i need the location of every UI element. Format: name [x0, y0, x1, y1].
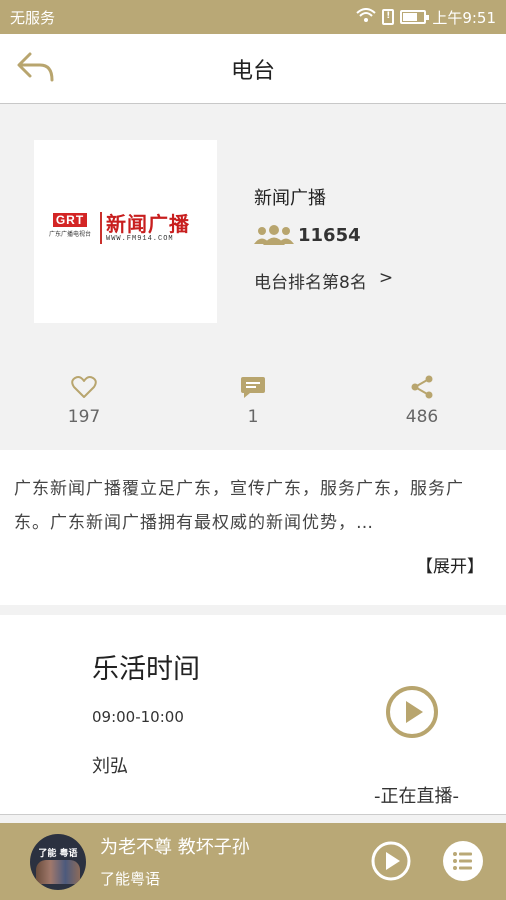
back-arrow-icon: [17, 52, 54, 82]
program-host: 刘弘: [92, 756, 128, 777]
share-button[interactable]: 486: [382, 375, 462, 427]
logo-name: 新闻广播: [106, 212, 190, 236]
mini-player: 了能 粤语 为老不尊 教坏子孙 了能粤语: [0, 823, 506, 900]
logo-brand: GRT: [52, 213, 88, 227]
share-icon: [411, 375, 433, 399]
header-bar: 电台: [0, 34, 506, 104]
program-time: 09:00-10:00: [92, 708, 184, 726]
album-cover[interactable]: 了能 粤语: [30, 834, 86, 890]
live-status: -正在直播-: [374, 786, 459, 807]
station-rank-link[interactable]: 电台排名第8名 >: [254, 268, 393, 293]
carrier-text: 无服务: [10, 8, 56, 27]
station-rank: 电台排名第8名: [254, 273, 367, 293]
back-button[interactable]: [16, 50, 56, 86]
wifi-icon: [356, 8, 376, 26]
like-button[interactable]: 197: [44, 375, 124, 427]
station-info: GRT 广东广播电视台 新闻广播 WWW.FM914.COM 新闻广播 1165…: [0, 105, 506, 450]
page-title: 电台: [230, 58, 275, 84]
battery-icon: [400, 10, 430, 24]
users-icon: [254, 225, 294, 245]
player-subtitle: 了能粤语: [100, 870, 161, 888]
playlist-button[interactable]: [442, 840, 484, 882]
chevron-right-icon: >: [378, 268, 394, 288]
description-section: 广东新闻广播覆立足广东，宣传广东，服务广东，服务广东。广东新闻广播拥有最权威的新…: [0, 450, 506, 605]
program-card[interactable]: 乐活时间 09:00-10:00 刘弘 -正在直播-: [0, 615, 506, 815]
share-count: 486: [405, 407, 439, 427]
station-name: 新闻广播: [254, 188, 326, 209]
sim-alert-icon: !: [382, 9, 395, 25]
clock-text: 上午9:51: [432, 8, 496, 27]
comment-count: 1: [247, 407, 259, 427]
player-play-button[interactable]: [370, 840, 412, 882]
logo-brand-sub: 广东广播电视台: [48, 231, 91, 238]
status-bar: 无服务 ! 上午9:51: [0, 0, 506, 34]
program-title: 乐活时间: [92, 654, 200, 685]
action-bar: 197 1 486: [0, 375, 506, 445]
description-text: 广东新闻广播覆立足广东，宣传广东，服务广东，服务广东。广东新闻广播拥有最权威的新…: [14, 479, 464, 533]
playlist-icon: [443, 841, 483, 881]
like-count: 197: [67, 407, 101, 427]
play-circle-icon: [371, 841, 411, 881]
station-logo: GRT 广东广播电视台 新闻广播 WWW.FM914.COM: [34, 140, 217, 323]
logo-url: WWW.FM914.COM: [106, 235, 174, 243]
program-play-button[interactable]: [385, 685, 439, 739]
player-title: 为老不尊 教坏子孙: [100, 837, 250, 858]
expand-button[interactable]: 【展开】: [416, 552, 484, 577]
status-icons: ! 上午9:51: [356, 7, 496, 28]
comment-button[interactable]: 1: [213, 375, 293, 427]
fans-count: 11654: [298, 224, 361, 246]
station-fans: 11654: [254, 224, 361, 246]
heart-icon: [71, 376, 97, 398]
comment-icon: [241, 377, 265, 398]
play-circle-icon: [386, 686, 438, 738]
cover-text: 了能 粤语: [38, 849, 78, 859]
